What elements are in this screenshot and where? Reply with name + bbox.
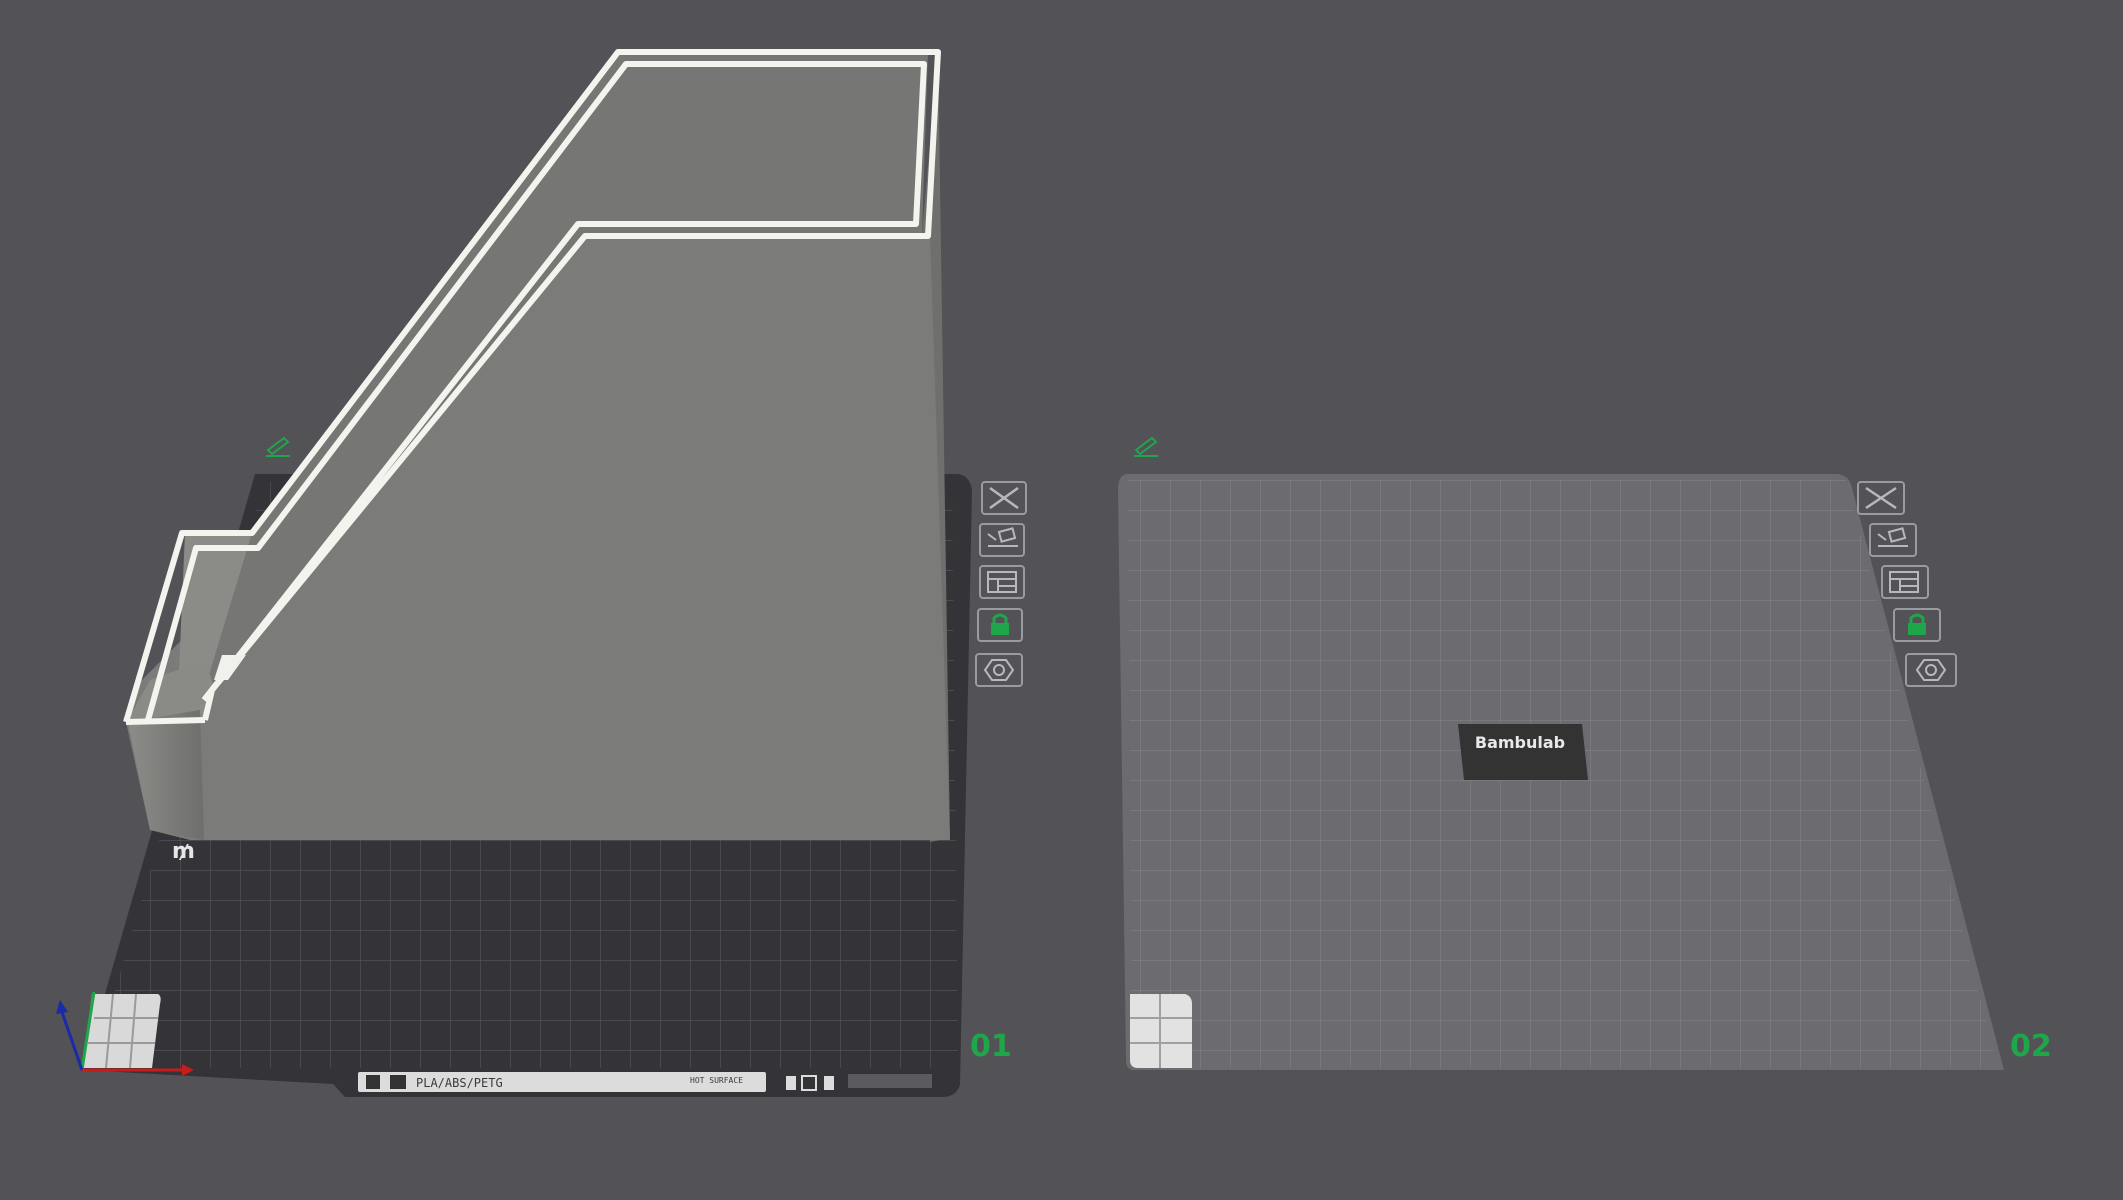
orient-icon [1889,571,1919,593]
bed-warning-text: HOT SURFACE [690,1076,743,1085]
settings-icon [983,659,1015,681]
orient-icon [987,571,1017,593]
edit-plate-name-icon[interactable] [266,436,290,457]
bed-tab [848,1074,932,1088]
close-icon [989,486,1019,510]
plate-settings-button[interactable] [975,653,1023,687]
bed-corner-tile [82,994,161,1068]
plate-label-02: 02 [2010,1029,2052,1064]
arrange-button[interactable] [979,523,1025,557]
bed-material-text: PLA/ABS/PETG [416,1076,503,1090]
plate-settings-button[interactable] [1905,653,1957,687]
lock-icon [991,613,1009,635]
bed-icon [824,1076,834,1090]
orient-button[interactable] [979,565,1025,599]
plate-02[interactable]: Bambulab 02 [1118,436,2052,1070]
lock-icon [1908,613,1926,635]
arrange-icon [987,527,1018,547]
bambulab-logo: Bambulab [1458,724,1588,780]
bed-icon [390,1075,406,1089]
svg-text:Bambulab: Bambulab [1475,733,1565,752]
delete-plate-button[interactable] [1857,481,1905,515]
delete-plate-button[interactable] [981,481,1027,515]
edit-plate-name-icon[interactable] [1134,436,1158,457]
bed-icon [786,1076,796,1090]
bed-mark: ₥ [172,839,195,864]
arrange-icon [1877,527,1908,547]
settings-icon [1915,659,1947,681]
plate-label-01: 01 [970,1029,1012,1064]
arrange-button[interactable] [1869,523,1917,557]
model-object[interactable] [123,49,950,842]
orient-button[interactable] [1881,565,1929,599]
plate-01[interactable]: PLA/ABS/PETG HOT SURFACE ₥ 01 [56,49,1012,1097]
lock-plate-button[interactable] [977,608,1023,642]
plate-01-toolbar [975,481,1027,687]
close-icon [1865,486,1897,510]
bed-icon [366,1075,380,1089]
lock-plate-button[interactable] [1893,608,1941,642]
